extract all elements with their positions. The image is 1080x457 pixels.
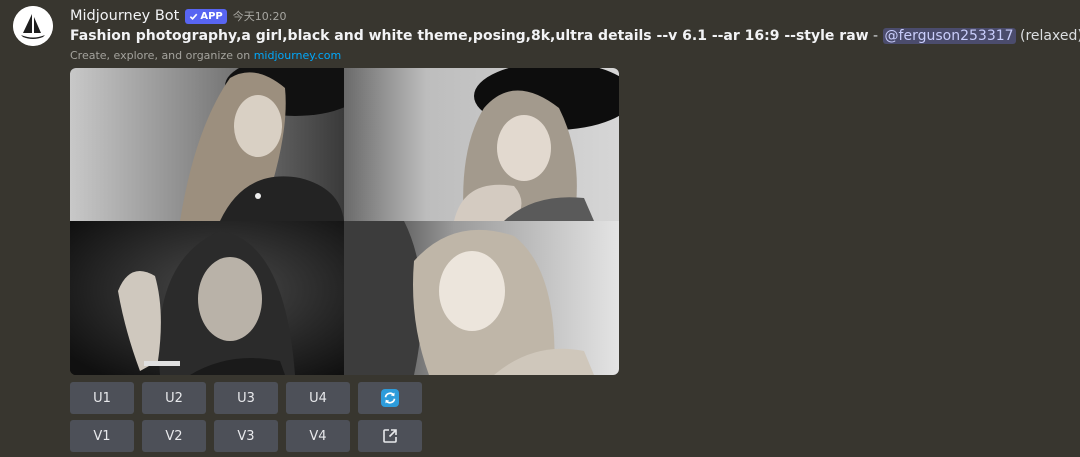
variation-1-button[interactable]: V1 xyxy=(70,420,134,452)
bot-avatar[interactable] xyxy=(13,6,53,46)
prompt-separator: - xyxy=(868,28,883,44)
mode-label: (relaxed) xyxy=(1020,28,1080,44)
upscale-1-button[interactable]: U1 xyxy=(70,382,134,414)
checkmark-icon xyxy=(190,13,198,20)
upscale-4-button[interactable]: U4 xyxy=(286,382,350,414)
message-header: Midjourney Bot APP 今天10:20 xyxy=(70,5,286,27)
app-badge: APP xyxy=(185,8,227,24)
variation-2-button[interactable]: V2 xyxy=(142,420,206,452)
reroll-button[interactable] xyxy=(358,382,422,414)
image-grid xyxy=(70,68,619,375)
upscale-button-row: U1 U2 U3 U4 xyxy=(70,382,422,414)
subtext: Create, explore, and organize on midjour… xyxy=(70,49,341,62)
grid-image-4[interactable] xyxy=(344,221,619,375)
variation-button-row: V1 V2 V3 V4 xyxy=(70,420,422,452)
photo-girl-blonde-denim xyxy=(344,221,619,375)
grid-image-1[interactable] xyxy=(70,68,344,221)
external-link-icon xyxy=(383,429,397,443)
photo-girl-hand-hair xyxy=(70,221,344,375)
grid-image-3[interactable] xyxy=(70,221,344,375)
badge-label: APP xyxy=(200,10,223,22)
prompt-text: Fashion photography,a girl,black and whi… xyxy=(70,28,869,44)
variation-3-button[interactable]: V3 xyxy=(214,420,278,452)
prompt-line: Fashion photography,a girl,black and whi… xyxy=(70,26,1080,46)
reroll-icon xyxy=(381,389,399,407)
timestamp: 今天10:20 xyxy=(232,10,287,23)
variation-4-button[interactable]: V4 xyxy=(286,420,350,452)
sailboat-logo-icon xyxy=(13,6,53,46)
user-mention[interactable]: @ferguson253317 xyxy=(882,28,1016,44)
grid-image-2[interactable] xyxy=(344,68,619,221)
chat-message: Midjourney Bot APP 今天10:20 Fashion photo… xyxy=(0,0,1080,457)
subtext-prefix: Create, explore, and organize on xyxy=(70,49,254,62)
open-link-button[interactable] xyxy=(358,420,422,452)
author-name[interactable]: Midjourney Bot xyxy=(70,8,179,24)
photo-girl-hat-hand-chin xyxy=(344,68,619,221)
upscale-2-button[interactable]: U2 xyxy=(142,382,206,414)
upscale-3-button[interactable]: U3 xyxy=(214,382,278,414)
photo-girl-hat-denim xyxy=(70,68,344,221)
midjourney-link[interactable]: midjourney.com xyxy=(254,49,342,62)
